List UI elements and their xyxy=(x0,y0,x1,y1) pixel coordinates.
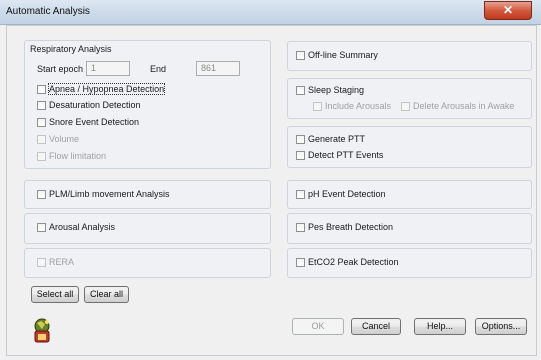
checkbox-box[interactable] xyxy=(37,257,46,267)
apnea-hypopnea-checkbox[interactable]: Apnea / Hypopnea Detection xyxy=(37,83,166,95)
snore-label: Snore Event Detection xyxy=(49,117,140,127)
delete-arousals-label: Delete Arousals in Awake xyxy=(413,101,515,111)
plm-label: PLM/Limb movement Analysis xyxy=(49,189,170,199)
checkbox-box[interactable] xyxy=(37,134,46,144)
ok-button[interactable]: OK xyxy=(292,318,344,335)
checkbox-box[interactable] xyxy=(401,101,410,111)
close-button[interactable]: ✕ xyxy=(484,1,532,20)
select-all-button[interactable]: Select all xyxy=(31,286,79,303)
pes-breath-label: Pes Breath Detection xyxy=(308,222,394,232)
ph-event-checkbox[interactable]: pH Event Detection xyxy=(296,189,386,199)
analysis-wizard-icon xyxy=(31,318,53,344)
offline-summary-checkbox[interactable]: Off-line Summary xyxy=(296,50,378,60)
respiratory-group-title: Respiratory Analysis xyxy=(30,44,112,54)
delete-arousals-checkbox[interactable]: Delete Arousals in Awake xyxy=(401,101,514,111)
title-bar: Automatic Analysis ✕ xyxy=(0,0,541,25)
checkbox-box[interactable] xyxy=(37,100,46,110)
checkbox-box[interactable] xyxy=(296,134,305,144)
start-epoch-label: Start epoch xyxy=(37,64,84,74)
window-title: Automatic Analysis xyxy=(6,6,90,17)
end-epoch-label: End xyxy=(150,64,167,74)
rera-label: RERA xyxy=(49,257,75,267)
ph-event-label: pH Event Detection xyxy=(308,189,386,199)
checkbox-box[interactable] xyxy=(296,257,305,267)
etco2-peak-checkbox[interactable]: EtCO2 Peak Detection xyxy=(296,257,399,267)
volume-label: Volume xyxy=(49,134,80,144)
arousal-checkbox[interactable]: Arousal Analysis xyxy=(37,222,115,232)
checkbox-box[interactable] xyxy=(296,222,305,232)
desaturation-label: Desaturation Detection xyxy=(49,100,141,110)
cancel-button[interactable]: Cancel xyxy=(351,318,401,335)
offline-summary-label: Off-line Summary xyxy=(308,50,378,60)
checkbox-box[interactable] xyxy=(37,84,46,94)
flow-limitation-label: Flow limitation xyxy=(49,151,107,161)
checkbox-box[interactable] xyxy=(37,222,46,232)
arousal-label: Arousal Analysis xyxy=(49,222,116,232)
ptt-group xyxy=(287,126,532,168)
detect-ptt-label: Detect PTT Events xyxy=(308,150,384,160)
checkbox-box[interactable] xyxy=(296,189,305,199)
start-epoch-field[interactable]: 1 xyxy=(86,61,130,76)
sleep-staging-label: Sleep Staging xyxy=(308,85,365,95)
options-button[interactable]: Options... xyxy=(475,318,527,335)
sleep-staging-checkbox[interactable]: Sleep Staging xyxy=(296,85,364,95)
generate-ptt-checkbox[interactable]: Generate PTT xyxy=(296,134,365,144)
include-arousals-label: Include Arousals xyxy=(325,101,392,111)
etco2-peak-label: EtCO2 Peak Detection xyxy=(308,257,399,267)
checkbox-box[interactable] xyxy=(37,189,46,199)
snore-checkbox[interactable]: Snore Event Detection xyxy=(37,117,139,127)
help-button[interactable]: Help... xyxy=(414,318,466,335)
checkbox-box[interactable] xyxy=(37,117,46,127)
checkbox-box[interactable] xyxy=(37,151,46,161)
plm-checkbox[interactable]: PLM/Limb movement Analysis xyxy=(37,189,170,199)
pes-breath-checkbox[interactable]: Pes Breath Detection xyxy=(296,222,393,232)
detect-ptt-checkbox[interactable]: Detect PTT Events xyxy=(296,150,383,160)
checkbox-box[interactable] xyxy=(296,150,305,160)
checkbox-box[interactable] xyxy=(313,101,322,111)
checkbox-box[interactable] xyxy=(296,50,305,60)
close-icon: ✕ xyxy=(502,3,514,17)
generate-ptt-label: Generate PTT xyxy=(308,134,366,144)
flow-limitation-checkbox[interactable]: Flow limitation xyxy=(37,151,106,161)
end-epoch-field[interactable]: 861 xyxy=(196,61,240,76)
include-arousals-checkbox[interactable]: Include Arousals xyxy=(313,101,391,111)
checkbox-box[interactable] xyxy=(296,85,305,95)
clear-all-button[interactable]: Clear all xyxy=(84,286,129,303)
desaturation-checkbox[interactable]: Desaturation Detection xyxy=(37,100,141,110)
volume-checkbox[interactable]: Volume xyxy=(37,134,79,144)
apnea-hypopnea-label: Apnea / Hypopnea Detection xyxy=(47,83,166,95)
rera-checkbox[interactable]: RERA xyxy=(37,257,74,267)
